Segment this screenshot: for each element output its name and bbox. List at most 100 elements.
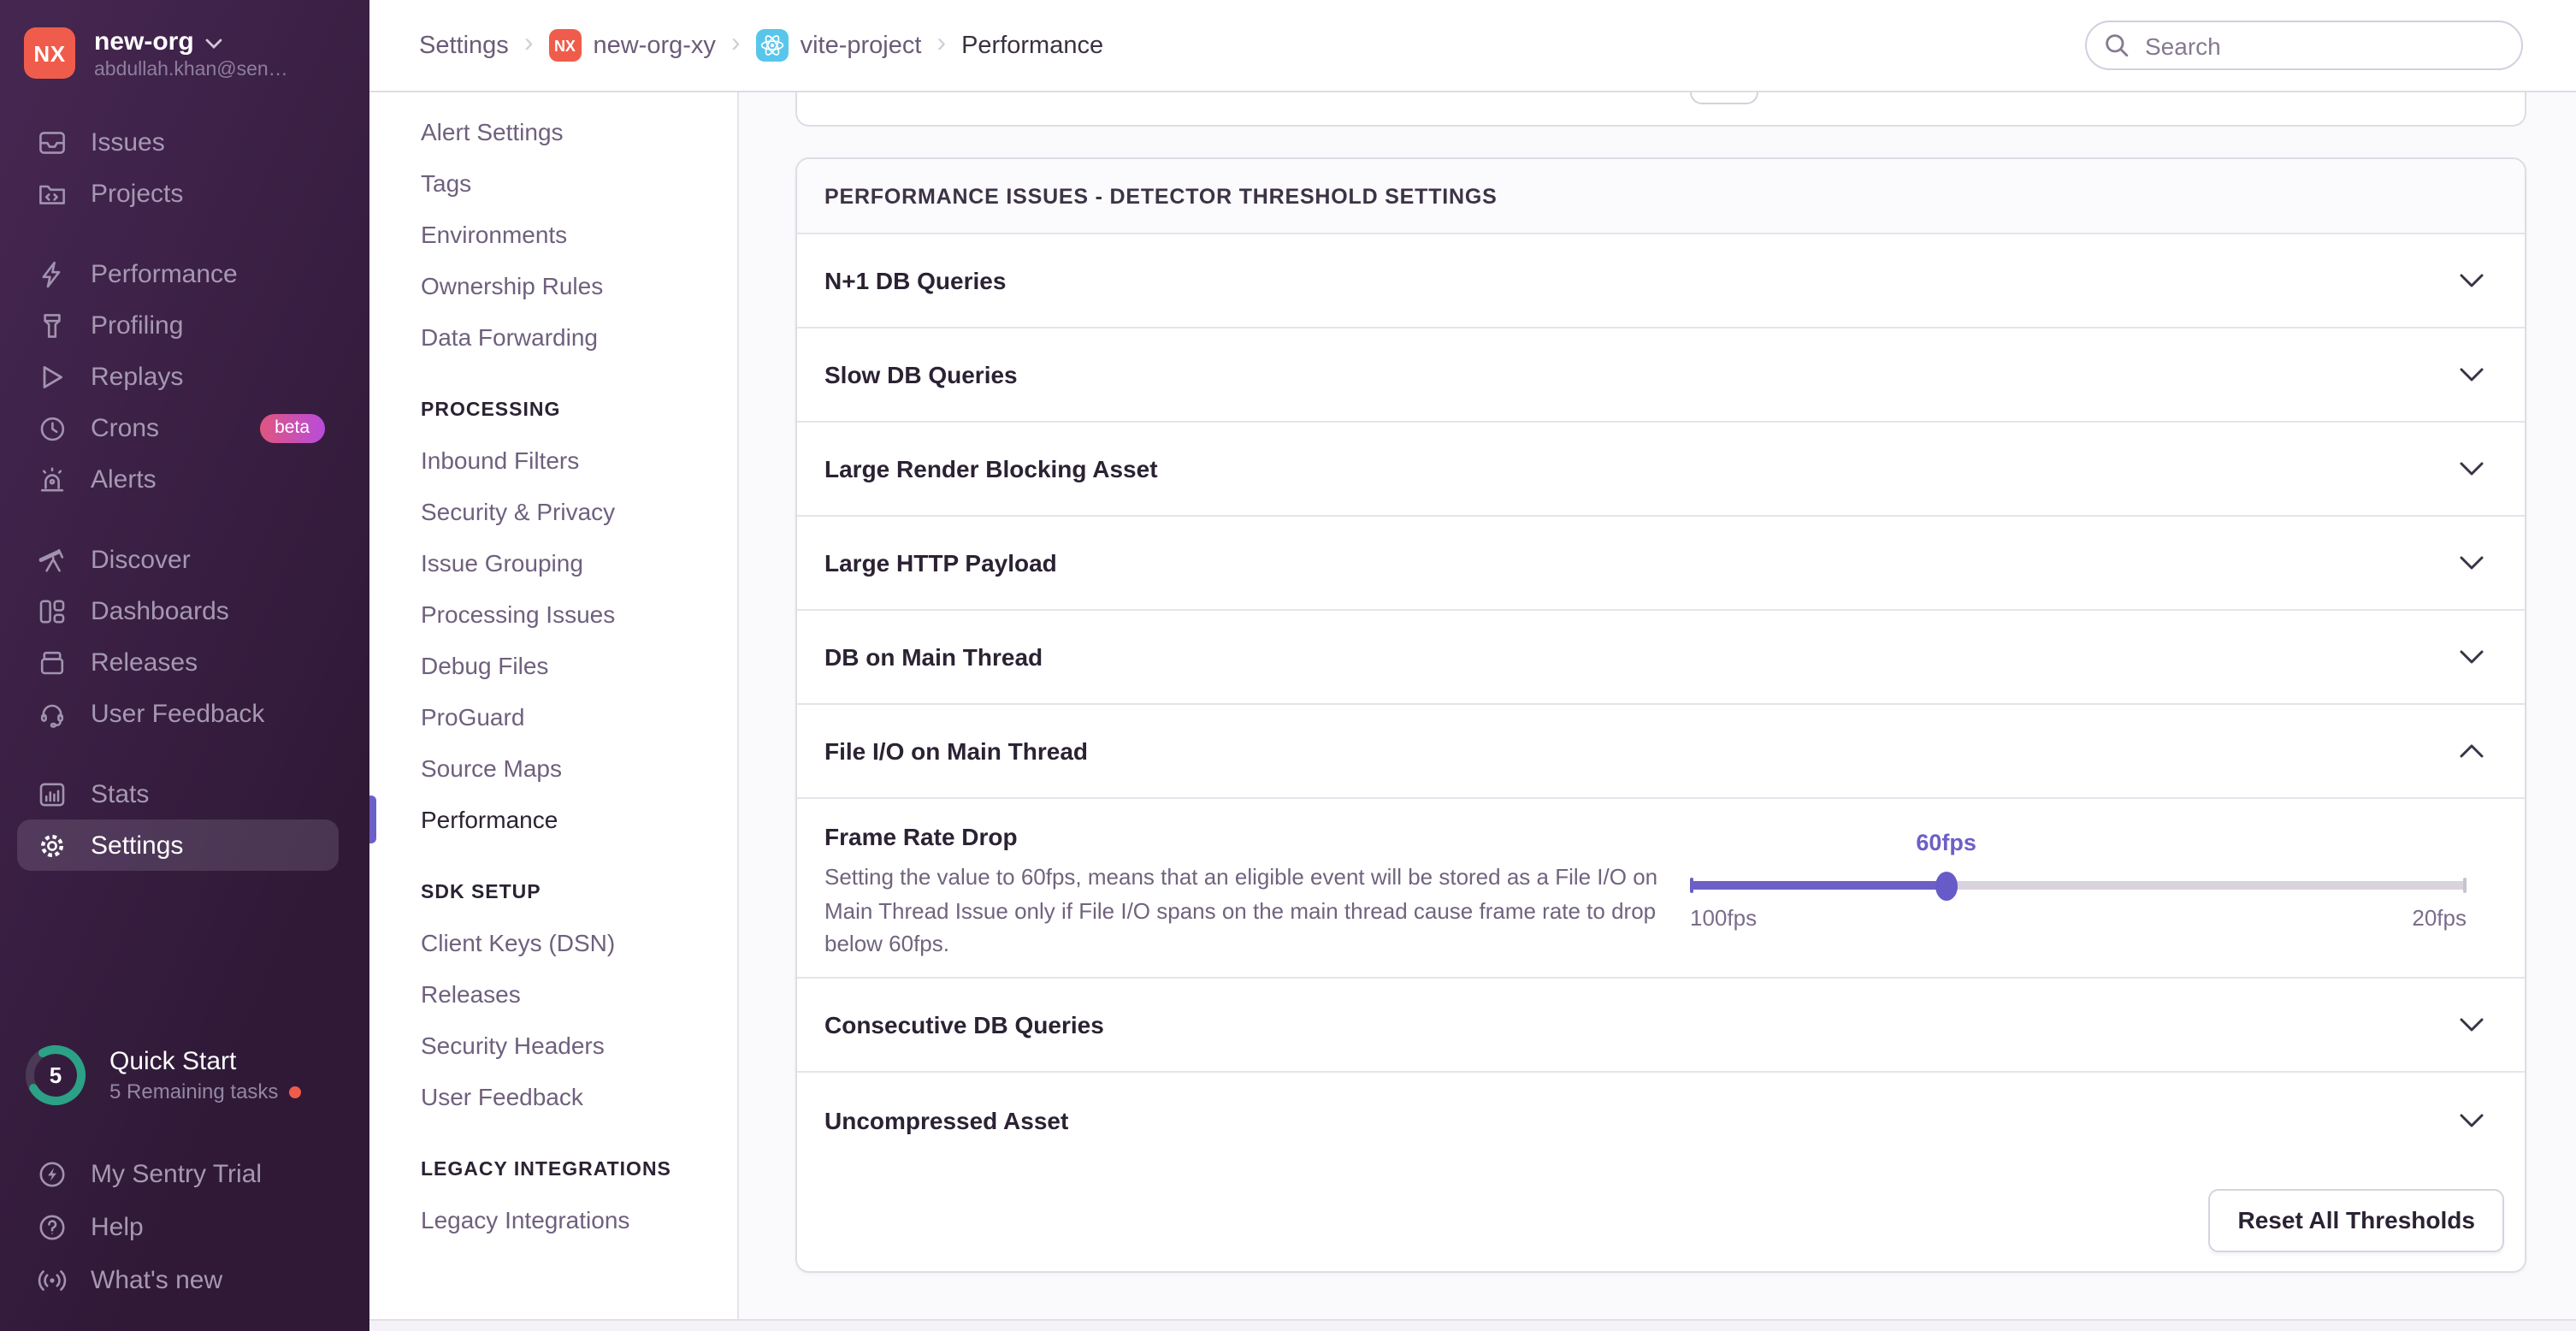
slider-value-label: 60fps — [1916, 830, 1976, 855]
panel-footer: Reset All Thresholds — [797, 1167, 2525, 1273]
sidebar-item-projects[interactable]: Projects — [17, 168, 339, 219]
sidebar-item-issues[interactable]: Issues — [17, 116, 339, 168]
subnav-item-proguard[interactable]: ProGuard — [369, 691, 737, 742]
detector-row-file-io-on-main-thread[interactable]: File I/O on Main Thread — [797, 705, 2525, 799]
breadcrumb-settings[interactable]: Settings — [419, 32, 509, 59]
sidebar-item-label: Help — [91, 1213, 144, 1242]
sidebar: NX new-org abdullah.khan@sen… Issues — [0, 0, 369, 1331]
subnav-item-security-privacy[interactable]: Security & Privacy — [369, 486, 737, 537]
sidebar-item-performance[interactable]: Performance — [17, 248, 339, 299]
sidebar-item-whats-new[interactable]: What's new — [17, 1254, 339, 1307]
subnav-item-security-headers[interactable]: Security Headers — [369, 1020, 737, 1071]
bottom-scroll-strip — [369, 1319, 2576, 1331]
subnav-item-tags[interactable]: Tags — [369, 157, 737, 209]
slider-fill — [1690, 881, 1947, 890]
play-icon — [38, 362, 67, 391]
detector-row-consecutive-db-queries[interactable]: Consecutive DB Queries — [797, 979, 2525, 1073]
subnav-item-issue-grouping[interactable]: Issue Grouping — [369, 537, 737, 589]
sidebar-item-help[interactable]: Help — [17, 1201, 339, 1254]
subnav-item-performance[interactable]: Performance — [369, 794, 737, 845]
detector-row-large-http-payload[interactable]: Large HTTP Payload — [797, 517, 2525, 611]
react-icon — [756, 29, 789, 62]
sidebar-item-label: Discover — [91, 545, 191, 574]
subnav-item-data-forwarding[interactable]: Data Forwarding — [369, 311, 737, 363]
chevron-down-icon — [2460, 1113, 2484, 1127]
slider-track[interactable] — [1690, 881, 2467, 890]
search-box[interactable] — [2085, 21, 2523, 70]
sidebar-item-label: Settings — [91, 831, 183, 860]
search-icon — [2104, 33, 2130, 58]
search-input[interactable] — [2142, 30, 2504, 61]
main-content: PERFORMANCE ISSUES - DETECTOR THRESHOLD … — [739, 92, 2576, 1319]
sidebar-item-label: Crons — [91, 413, 159, 442]
quick-start-subtitle: 5 Remaining tasks — [109, 1080, 278, 1103]
sidebar-item-replays[interactable]: Replays — [17, 351, 339, 402]
sidebar-item-alerts[interactable]: Alerts — [17, 453, 339, 505]
subnav-item-legacy-integrations[interactable]: Legacy Integrations — [369, 1194, 737, 1245]
subnav-item-environments[interactable]: Environments — [369, 209, 737, 260]
sidebar-item-stats[interactable]: Stats — [17, 768, 339, 819]
breadcrumb: Settings › NX new-org-xy › vite-project — [419, 29, 1103, 62]
notification-dot — [288, 1086, 300, 1097]
scrolled-button-partial[interactable] — [1690, 92, 1758, 104]
detector-row-uncompressed-asset[interactable]: Uncompressed Asset — [797, 1073, 2525, 1167]
archive-icon — [38, 648, 67, 677]
sidebar-item-user-feedback[interactable]: User Feedback — [17, 688, 339, 739]
breadcrumb-project[interactable]: vite-project — [756, 29, 922, 62]
sidebar-footer: My Sentry Trial Help What's new — [0, 1148, 369, 1307]
breadcrumb-organization[interactable]: NX new-org-xy — [548, 29, 715, 62]
org-switcher[interactable]: NX new-org abdullah.khan@sen… — [0, 0, 369, 82]
slider-max-label: 20fps — [2412, 905, 2467, 931]
sidebar-item-label: What's new — [91, 1266, 222, 1295]
frame-rate-drop-setting: Frame Rate Drop Setting the value to 60f… — [797, 799, 2525, 979]
slider-min-label: 100fps — [1690, 905, 1757, 931]
chevron-down-icon — [2460, 368, 2484, 382]
quick-start-title: Quick Start — [109, 1047, 300, 1076]
sidebar-item-label: Stats — [91, 779, 149, 808]
detector-row-slow-db-queries[interactable]: Slow DB Queries — [797, 328, 2525, 423]
dashboard-icon — [38, 596, 67, 625]
sidebar-item-label: Alerts — [91, 464, 157, 494]
sidebar-item-label: Replays — [91, 362, 183, 391]
slider-thumb[interactable] — [1935, 871, 1958, 900]
slider-max-tick — [2463, 878, 2467, 893]
subnav-heading-legacy-integrations: LEGACY INTEGRATIONS — [369, 1146, 737, 1194]
quick-start-count: 5 — [24, 1044, 87, 1107]
sidebar-item-settings[interactable]: Settings — [17, 819, 339, 871]
subnav-item-inbound-filters[interactable]: Inbound Filters — [369, 435, 737, 486]
lightning-icon — [38, 259, 67, 288]
detector-threshold-panel: PERFORMANCE ISSUES - DETECTOR THRESHOLD … — [795, 157, 2526, 1273]
quick-start[interactable]: 5 Quick Start 5 Remaining tasks — [24, 1044, 300, 1107]
sidebar-item-crons[interactable]: Crons beta — [17, 402, 339, 453]
breadcrumb-separator-icon: › — [524, 29, 534, 60]
subnav-item-user-feedback[interactable]: User Feedback — [369, 1071, 737, 1122]
sidebar-item-dashboards[interactable]: Dashboards — [17, 585, 339, 636]
sidebar-item-label: Performance — [91, 259, 238, 288]
org-name: new-org — [94, 27, 194, 56]
subnav-item-ownership-rules[interactable]: Ownership Rules — [369, 260, 737, 311]
reset-all-thresholds-button[interactable]: Reset All Thresholds — [2209, 1188, 2505, 1251]
sidebar-item-label: Releases — [91, 648, 198, 677]
subnav-heading-sdk-setup: SDK SETUP — [369, 869, 737, 917]
detector-row-n-plus-one-db-queries[interactable]: N+1 DB Queries — [797, 234, 2525, 328]
sidebar-item-label: User Feedback — [91, 699, 264, 728]
sidebar-item-releases[interactable]: Releases — [17, 636, 339, 688]
breadcrumb-separator-icon: › — [731, 29, 741, 60]
subnav-item-client-keys[interactable]: Client Keys (DSN) — [369, 917, 737, 968]
subnav-item-alert-settings[interactable]: Alert Settings — [369, 106, 737, 157]
sidebar-item-profiling[interactable]: Profiling — [17, 299, 339, 351]
sidebar-item-discover[interactable]: Discover — [17, 534, 339, 585]
subnav-item-releases[interactable]: Releases — [369, 968, 737, 1020]
chevron-down-icon — [2460, 650, 2484, 664]
detector-row-large-render-blocking-asset[interactable]: Large Render Blocking Asset — [797, 423, 2525, 517]
clock-icon — [38, 413, 67, 442]
detector-row-db-on-main-thread[interactable]: DB on Main Thread — [797, 611, 2525, 705]
subnav-heading-processing: PROCESSING — [369, 387, 737, 435]
subnav-item-source-maps[interactable]: Source Maps — [369, 742, 737, 794]
chevron-down-icon — [2460, 556, 2484, 570]
circled-question-icon — [38, 1213, 67, 1242]
sidebar-item-my-sentry-trial[interactable]: My Sentry Trial — [17, 1148, 339, 1201]
chevron-up-icon — [2460, 744, 2484, 758]
subnav-item-debug-files[interactable]: Debug Files — [369, 640, 737, 691]
subnav-item-processing-issues[interactable]: Processing Issues — [369, 589, 737, 640]
